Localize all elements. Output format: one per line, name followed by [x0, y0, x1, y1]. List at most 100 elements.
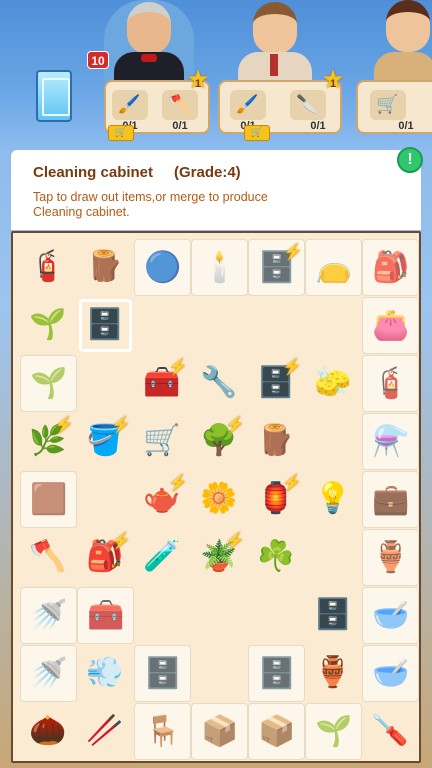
info-button[interactable]: !: [397, 147, 423, 173]
board-cell[interactable]: 🌼: [191, 471, 248, 528]
screwdriver-icon: 🪛: [371, 714, 409, 747]
board-cell[interactable]: 🏮 ⚡: [248, 471, 305, 528]
board-cell[interactable]: 🪣 ⚡: [77, 413, 134, 470]
board-cell[interactable]: 🌱: [305, 703, 362, 760]
energy-bolt-icon: ⚡: [111, 533, 131, 550]
board-cell[interactable]: 🌱: [20, 355, 77, 412]
lamp-icon: 💡: [314, 482, 352, 515]
board-cell[interactable]: ☘️: [248, 529, 305, 586]
board-cell[interactable]: 💼: [362, 471, 419, 528]
board-cell[interactable]: 👝: [305, 239, 362, 296]
candle-icon: 🕯️: [201, 251, 239, 284]
board-cell[interactable]: 🗄️: [134, 645, 191, 702]
board-cell[interactable]: 🏺: [362, 529, 419, 586]
star-icon: ★ 1: [185, 66, 211, 92]
energy-bolt-icon: ⚡: [111, 417, 131, 434]
board-cell-empty[interactable]: [248, 587, 305, 644]
board-cell[interactable]: 💡: [305, 471, 362, 528]
board-cell-empty[interactable]: [134, 587, 191, 644]
board-cell[interactable]: 🧰: [77, 587, 134, 644]
order-card-3[interactable]: 🛒 0/1: [356, 80, 432, 134]
energy-bolt-icon: ⚡: [225, 533, 245, 550]
cart-icon[interactable]: 🛒: [244, 125, 270, 141]
order-level: 1: [329, 78, 337, 90]
board-cell[interactable]: 🕯️: [191, 239, 248, 296]
pot-icon: 🏺: [314, 656, 352, 689]
requirement-count: 0/1: [310, 120, 326, 132]
board-cell[interactable]: 🪓: [20, 529, 77, 586]
board-cell[interactable]: 🫖 ⚡: [134, 471, 191, 528]
board-cell[interactable]: 🪵: [248, 413, 305, 470]
board-cell[interactable]: 📦: [248, 703, 305, 760]
board-cell[interactable]: 🪑: [134, 703, 191, 760]
board-cell[interactable]: 🌿 ⚡: [20, 413, 77, 470]
board-cell[interactable]: 🪴 ⚡: [191, 529, 248, 586]
requirement-count: 0/1: [172, 120, 188, 132]
board-cell-empty[interactable]: [248, 297, 305, 354]
wood-icon: 🟫: [30, 483, 68, 516]
board-cell[interactable]: 🧯: [20, 239, 77, 296]
cart-icon[interactable]: 🛒: [108, 125, 134, 141]
board-cell-empty[interactable]: [305, 413, 362, 470]
board-cell[interactable]: 🔵: [134, 239, 191, 296]
board-cell[interactable]: 🏺: [305, 645, 362, 702]
item-title: Cleaning cabinet: [33, 164, 154, 181]
board-cell[interactable]: 🗄️ ⚡: [248, 239, 305, 296]
board-cell[interactable]: 🌳 ⚡: [191, 413, 248, 470]
board-cell-empty[interactable]: [305, 297, 362, 354]
board-cell-empty[interactable]: [134, 297, 191, 354]
sprout-icon: 🌱: [30, 367, 68, 400]
board-cell[interactable]: ⚗️: [362, 413, 419, 470]
energy-bolt-icon: ⚡: [168, 359, 188, 376]
board-cell[interactable]: 📦: [191, 703, 248, 760]
board-cell[interactable]: 💨: [77, 645, 134, 702]
toolbox-icon: 🧰: [87, 599, 125, 632]
board-cell[interactable]: 🚿: [20, 645, 77, 702]
board-cell[interactable]: 🗄️: [248, 645, 305, 702]
board-cell-empty[interactable]: [191, 297, 248, 354]
bag-icon: 💼: [372, 483, 410, 516]
board-cell[interactable]: 🗄️: [305, 587, 362, 644]
board-cell[interactable]: 🗄️: [77, 297, 134, 354]
board-cell[interactable]: 🧪: [134, 529, 191, 586]
board-cell[interactable]: 🟫: [20, 471, 77, 528]
board-cell[interactable]: 🌰: [20, 703, 77, 760]
board-cell[interactable]: 🛒: [134, 413, 191, 470]
board-cell-empty[interactable]: [77, 471, 134, 528]
board-cell[interactable]: 🪵: [77, 239, 134, 296]
board-cell[interactable]: 🔧: [191, 355, 248, 412]
selected-item[interactable]: [30, 64, 76, 130]
board-cell-empty[interactable]: [77, 355, 134, 412]
potions-icon: 🧪: [143, 540, 181, 573]
board-cell[interactable]: 🥣: [362, 645, 419, 702]
chisel-icon: 🔧: [200, 366, 238, 399]
board-cell[interactable]: 🪛: [362, 703, 419, 760]
board-cell[interactable]: 🥢: [77, 703, 134, 760]
board-cell[interactable]: 🧯: [362, 355, 419, 412]
drawer-icon: 📦: [201, 715, 239, 748]
board-cell[interactable]: 🎒: [362, 239, 419, 296]
board-cell[interactable]: 🚿: [20, 587, 77, 644]
board-cell-empty[interactable]: [305, 529, 362, 586]
board-cell[interactable]: 🧽: [305, 355, 362, 412]
character-woman[interactable]: [370, 0, 432, 84]
selection-frame: [79, 299, 132, 352]
board-cell[interactable]: 🗄️ ⚡: [248, 355, 305, 412]
character-old-gentleman[interactable]: [104, 0, 194, 84]
board-cell[interactable]: 🧰 ⚡: [134, 355, 191, 412]
paint-brush-icon: 🖌️: [230, 90, 266, 120]
board-cell[interactable]: 🎒 ⚡: [77, 529, 134, 586]
board-cell[interactable]: 👛: [362, 297, 419, 354]
board-cell-empty[interactable]: [191, 645, 248, 702]
energy-bolt-icon: ⚡: [282, 359, 302, 376]
cabinet-icon: 🗄️: [258, 657, 296, 690]
sponge-icon: 🧽: [314, 366, 352, 399]
hose-icon: 🚿: [30, 657, 68, 690]
paint-brush-icon: 🖌️: [112, 90, 148, 120]
board-cell[interactable]: 🥣: [362, 587, 419, 644]
cleaning-cabinet-icon: [36, 70, 72, 122]
board-cell-empty[interactable]: [191, 587, 248, 644]
lawnmower-icon: 🛒: [143, 424, 181, 457]
board-cell[interactable]: 🌱: [20, 297, 77, 354]
character-young-man[interactable]: [230, 0, 320, 84]
